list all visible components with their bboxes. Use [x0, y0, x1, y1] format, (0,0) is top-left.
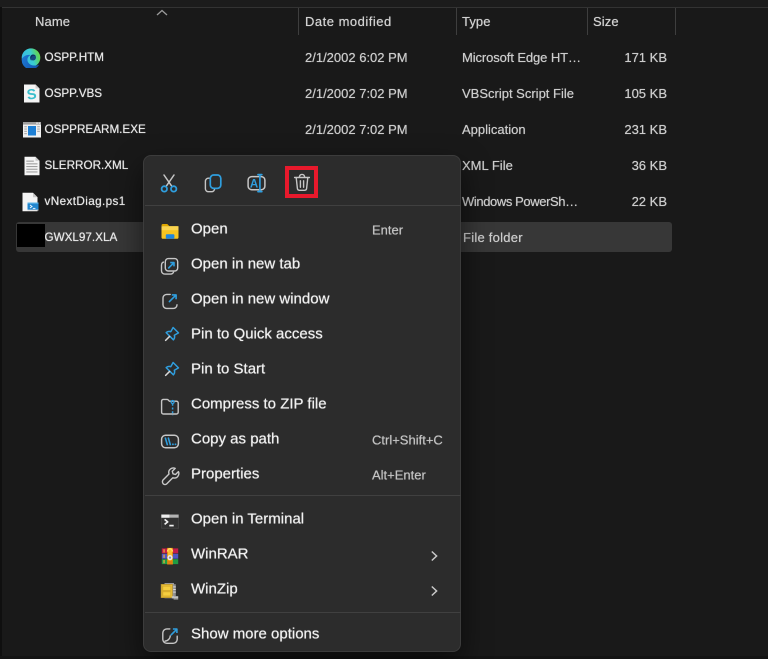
svg-text:A: A [249, 178, 257, 190]
